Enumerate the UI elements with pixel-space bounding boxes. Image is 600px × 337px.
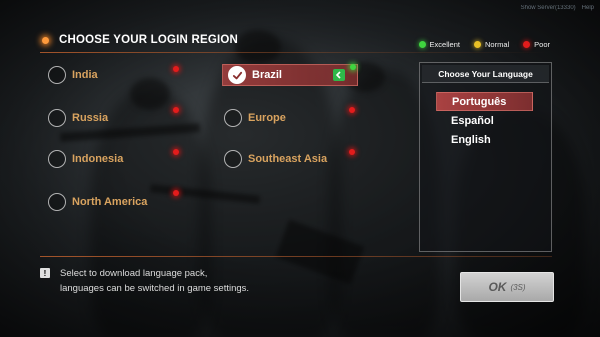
legend-excellent: Excellent: [418, 40, 460, 49]
radio-icon: [48, 193, 66, 211]
language-option-english[interactable]: English: [436, 130, 533, 149]
region-option-north-america[interactable]: North America: [48, 190, 193, 213]
info-text: Select to download language pack, langua…: [60, 266, 249, 296]
language-option-portuguese[interactable]: Português: [436, 92, 533, 111]
region-option-russia[interactable]: Russia: [48, 107, 193, 129]
radio-icon: [48, 150, 66, 168]
header-divider: [40, 52, 550, 53]
signal-poor-icon: [349, 107, 355, 113]
legend-label: Excellent: [429, 40, 460, 49]
signal-poor-icon: [173, 66, 179, 72]
region-label: Russia: [72, 112, 109, 124]
normal-dot-icon: [473, 41, 481, 48]
network-ping-icon: [333, 69, 345, 81]
legend-normal: Normal: [473, 40, 510, 49]
signal-poor-icon: [173, 149, 179, 155]
signal-poor-icon: [173, 107, 179, 113]
radio-icon: [224, 150, 242, 168]
legend-label: Normal: [484, 40, 510, 49]
footer-divider: [40, 256, 552, 257]
server-label: Show Server(13330): [520, 5, 576, 11]
poor-dot-icon: [523, 41, 531, 48]
region-label: India: [72, 69, 98, 81]
region-option-europe[interactable]: Europe: [224, 107, 360, 129]
signal-excellent-icon: [350, 64, 356, 70]
exclamation-icon: !: [40, 268, 50, 278]
signal-poor-icon: [349, 149, 355, 155]
language-panel-title: Choose Your Language: [422, 65, 549, 83]
checkmark-icon: [228, 66, 246, 84]
radio-icon: [224, 109, 242, 127]
region-label: Southeast Asia: [248, 153, 328, 165]
region-option-india[interactable]: India: [48, 64, 193, 86]
help-link[interactable]: Help: [582, 5, 594, 11]
region-option-southeast-asia[interactable]: Southeast Asia: [224, 148, 360, 170]
radio-icon: [48, 109, 66, 127]
region-header: CHOOSE YOUR LOGIN REGION: [42, 34, 238, 46]
radio-icon: [48, 66, 66, 84]
language-list: Português Español English: [420, 92, 551, 149]
excellent-dot-icon: [418, 41, 426, 48]
header-marker-icon: [42, 36, 49, 44]
region-option-brazil[interactable]: Brazil: [222, 64, 358, 86]
server-info: Show Server(13330) Help: [521, 5, 594, 11]
signal-legend: Excellent Normal Poor: [418, 40, 550, 49]
region-label: Brazil: [252, 69, 282, 81]
language-option-spanish[interactable]: Español: [436, 111, 533, 130]
signal-poor-icon: [173, 190, 179, 196]
region-label: Indonesia: [72, 153, 124, 165]
language-panel: Choose Your Language Português Español E…: [419, 62, 552, 252]
region-option-indonesia[interactable]: Indonesia: [48, 148, 193, 170]
info-line-1: Select to download language pack,: [60, 268, 208, 279]
info-note: ! Select to download language pack, lang…: [40, 266, 249, 296]
legend-poor: Poor: [523, 40, 550, 49]
legend-label: Poor: [534, 40, 550, 49]
region-label: Europe: [248, 112, 286, 124]
ok-button[interactable]: OK (3S): [460, 272, 554, 302]
page-title: CHOOSE YOUR LOGIN REGION: [59, 34, 239, 46]
ok-countdown: (3S): [510, 282, 526, 292]
ok-label: OK: [488, 280, 507, 294]
info-line-2: languages can be switched in game settin…: [60, 283, 250, 294]
region-label: North America: [72, 196, 148, 208]
